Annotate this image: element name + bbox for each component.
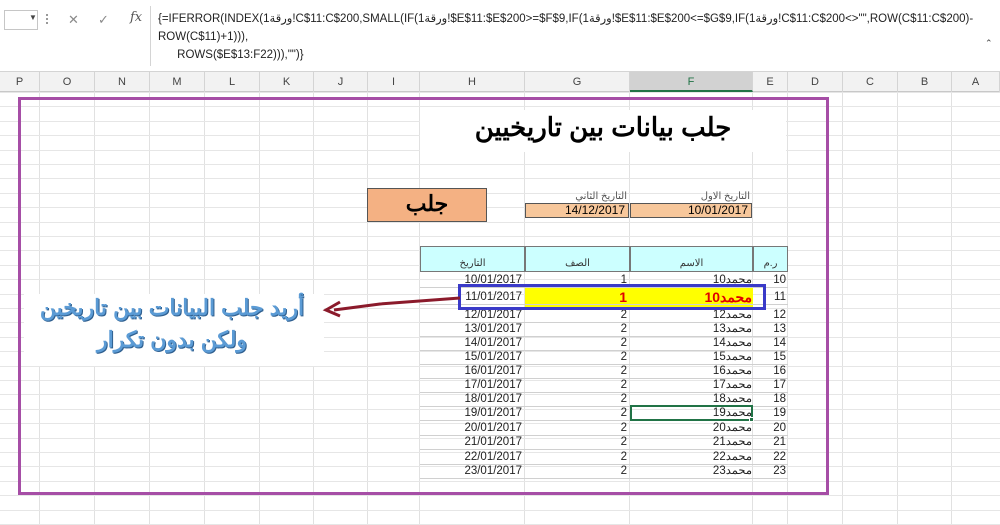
column-headers: PONMLKJIHGFEDCBA (0, 72, 1000, 92)
drag-handle[interactable] (46, 8, 48, 30)
cancel-icon[interactable]: ✕ (68, 12, 79, 28)
enter-icon[interactable]: ✓ (98, 12, 109, 28)
name-box[interactable]: ▼ (4, 10, 38, 30)
column-header-o[interactable]: O (40, 72, 95, 92)
column-header-p[interactable]: P (0, 72, 40, 92)
formula-input[interactable]: {=IFERROR(INDEX(ورقة1!C$11:C$200,SMALL(I… (158, 10, 996, 64)
expand-formula-icon[interactable]: ⌃ (985, 38, 993, 49)
formula-bar: ▼ ✕ ✓ fx {=IFERROR(INDEX(ورقة1!C$11:C$20… (0, 0, 1000, 72)
grid-hline (0, 510, 1000, 511)
column-header-i[interactable]: I (368, 72, 420, 92)
grid-hline (0, 92, 1000, 93)
column-header-f[interactable]: F (630, 72, 753, 92)
formula-divider (150, 6, 151, 66)
column-header-j[interactable]: J (314, 72, 368, 92)
column-header-a[interactable]: A (952, 72, 1000, 92)
column-header-g[interactable]: G (525, 72, 630, 92)
column-header-d[interactable]: D (788, 72, 843, 92)
column-header-e[interactable]: E (753, 72, 788, 92)
chevron-down-icon[interactable]: ▼ (29, 13, 37, 22)
column-header-h[interactable]: H (420, 72, 525, 92)
column-header-c[interactable]: C (843, 72, 898, 92)
content-frame (18, 97, 829, 495)
column-header-m[interactable]: M (150, 72, 205, 92)
grid-hline (0, 495, 1000, 496)
column-header-l[interactable]: L (205, 72, 260, 92)
column-header-n[interactable]: N (95, 72, 150, 92)
column-header-k[interactable]: K (260, 72, 314, 92)
insert-function-icon[interactable]: fx (130, 10, 142, 25)
column-header-b[interactable]: B (898, 72, 952, 92)
